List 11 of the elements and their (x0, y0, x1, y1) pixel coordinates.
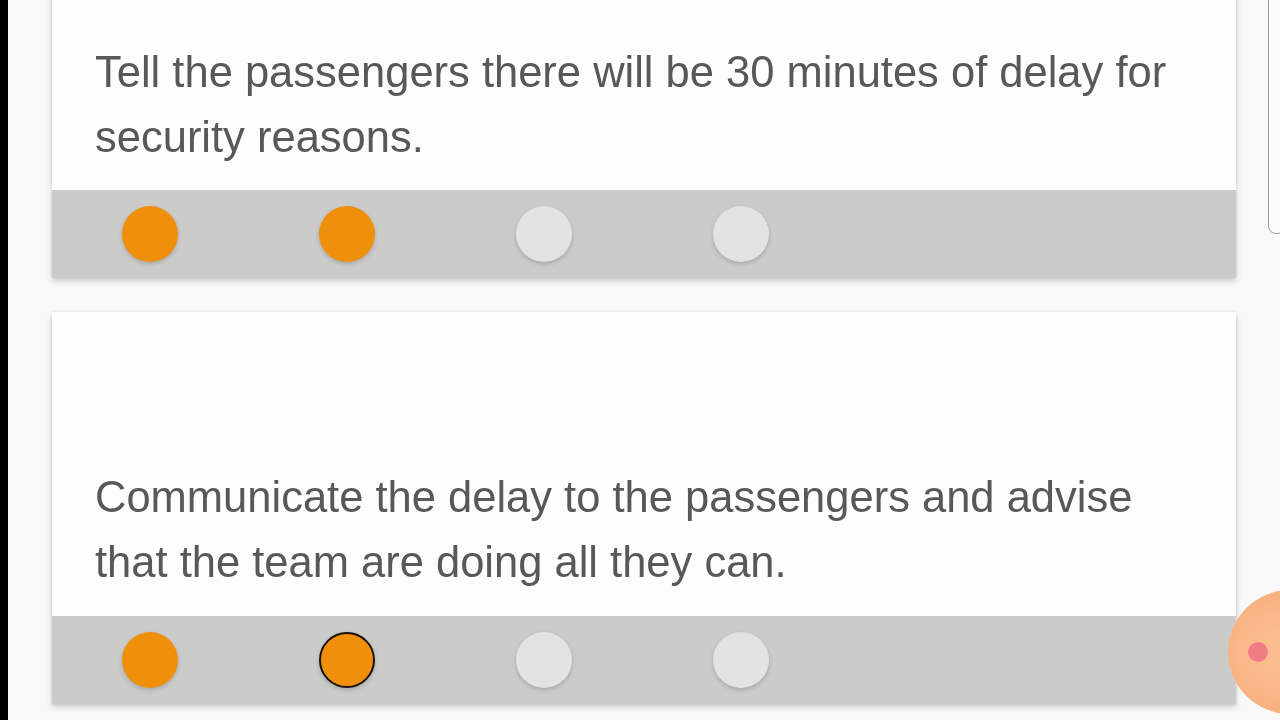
rating-dot[interactable] (713, 632, 769, 688)
question-text: Tell the passengers there will be 30 minutes of delay for security reasons. (95, 47, 1168, 163)
rating-dot[interactable] (122, 632, 178, 688)
question-text: Communicate the delay to the passengers and advise that the team are doing all they can. (95, 472, 1134, 588)
rating-dot[interactable] (713, 206, 769, 262)
rating-dot[interactable] (122, 206, 178, 262)
rating-dot[interactable] (516, 206, 572, 262)
rating-dot[interactable] (516, 632, 572, 688)
rating-dot[interactable] (319, 206, 375, 262)
dot-icon (1248, 642, 1268, 662)
rating-dot[interactable] (319, 632, 375, 688)
